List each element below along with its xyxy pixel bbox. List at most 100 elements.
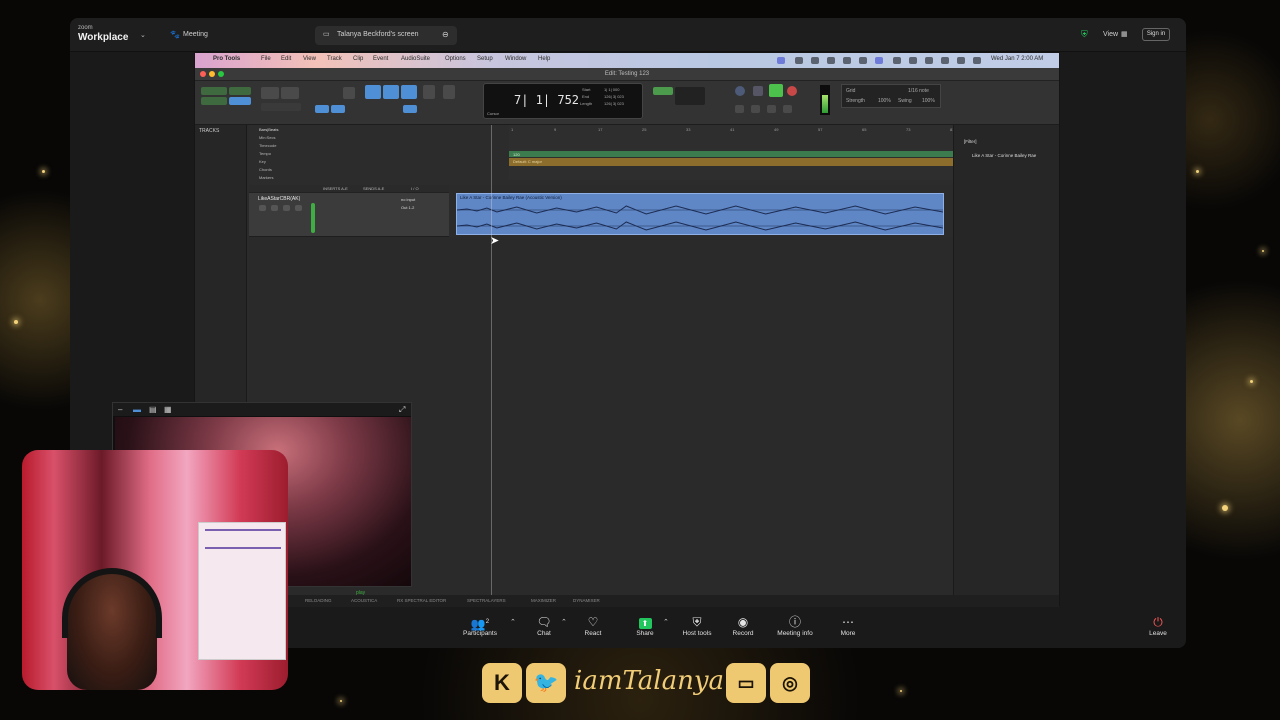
status-menu-icon[interactable] bbox=[925, 57, 933, 64]
status-menu-icon[interactable] bbox=[843, 57, 851, 64]
link-toggle[interactable] bbox=[331, 105, 345, 113]
status-menu-icon[interactable] bbox=[777, 57, 785, 64]
mute-button[interactable] bbox=[295, 205, 302, 211]
menu-edit[interactable]: Edit bbox=[281, 56, 291, 62]
edit-mode-shuffle[interactable] bbox=[201, 87, 227, 95]
sign-in-button[interactable]: Sign in bbox=[1142, 28, 1170, 41]
grid-mode-button[interactable] bbox=[653, 87, 673, 95]
selection-start[interactable]: 1| 1| 000 bbox=[604, 87, 619, 92]
menu-window[interactable]: Window bbox=[505, 56, 526, 62]
zoom-in-tool-icon[interactable] bbox=[261, 87, 279, 99]
strength-value[interactable]: 100% bbox=[878, 98, 891, 104]
menu-view[interactable]: View bbox=[303, 56, 316, 62]
react-button[interactable]: ♡ React bbox=[568, 615, 618, 637]
menu-file[interactable]: File bbox=[261, 56, 271, 62]
menu-pro-tools[interactable]: Pro Tools bbox=[213, 56, 240, 62]
speaker-view-icon[interactable]: ▬ bbox=[133, 405, 141, 414]
grid-view-icon[interactable]: ▦ bbox=[164, 405, 172, 414]
clip-list-item[interactable]: Like A Star - Corinne Bailey Rae bbox=[972, 153, 1036, 158]
track-input-button[interactable] bbox=[271, 205, 278, 211]
expand-icon[interactable]: ⤢ bbox=[399, 405, 405, 415]
grabber-tool-icon[interactable] bbox=[401, 85, 417, 99]
meeting-info-button[interactable]: ⓘ Meeting info bbox=[770, 615, 820, 637]
status-menu-icon[interactable] bbox=[859, 57, 867, 64]
scrubber-tool-icon[interactable] bbox=[423, 85, 435, 99]
plugin-item[interactable]: DYNAMIXER bbox=[573, 598, 600, 603]
chevron-down-icon[interactable]: ⌄ bbox=[140, 31, 146, 39]
search-icon[interactable] bbox=[957, 57, 965, 64]
menu-track[interactable]: Track bbox=[327, 56, 342, 62]
pencil-tool-icon[interactable] bbox=[443, 85, 455, 99]
zoom-out-tool-icon[interactable] bbox=[281, 87, 299, 99]
loop-record-button[interactable] bbox=[735, 86, 745, 96]
control-center-icon[interactable] bbox=[973, 57, 981, 64]
edit-mode-slip[interactable] bbox=[201, 97, 227, 105]
audio-track-header[interactable]: LikeAStarCBR(AK) no input Out 1-2 bbox=[249, 193, 449, 237]
back-button[interactable] bbox=[751, 105, 760, 113]
menu-setup[interactable]: Setup bbox=[477, 56, 493, 62]
view-button[interactable]: View bbox=[1103, 31, 1118, 38]
plugin-item[interactable]: SPECTRALAYERS bbox=[467, 598, 506, 603]
selection-end[interactable]: 126| 3| 023 bbox=[604, 94, 624, 99]
plugin-item[interactable]: RELOADING bbox=[305, 598, 332, 603]
track-name[interactable]: LikeAStarCBR(AK) bbox=[258, 196, 300, 202]
record-button[interactable] bbox=[787, 86, 797, 96]
link-toggle[interactable] bbox=[315, 105, 329, 113]
plugin-item[interactable]: ACOUSTICA bbox=[351, 598, 377, 603]
minimize-icon[interactable]: – bbox=[118, 405, 122, 414]
rewind-button[interactable] bbox=[735, 105, 744, 113]
record-enable-button[interactable] bbox=[259, 205, 266, 211]
plugin-item[interactable]: MAXIMIZER bbox=[531, 598, 556, 603]
plugin-dock: RELOADING ACOUSTICA RX SPECTRAL EDITOR S… bbox=[195, 595, 1059, 607]
wifi-icon[interactable] bbox=[941, 57, 949, 64]
tab-to-transient-toggle[interactable] bbox=[403, 105, 417, 113]
edit-mode-spot[interactable] bbox=[229, 87, 251, 95]
grid-value[interactable]: 1/16 note bbox=[908, 88, 929, 94]
timeline-rulers[interactable]: 1 9 17 25 33 41 49 57 65 73 81 120 Defau… bbox=[509, 125, 1003, 180]
status-menu-icon[interactable] bbox=[875, 57, 883, 64]
end-button[interactable] bbox=[783, 105, 792, 113]
audio-clip[interactable]: Like A Star - Corinne Bailey Rae (Acoust… bbox=[456, 193, 944, 235]
fast-forward-button[interactable] bbox=[767, 105, 776, 113]
stop-button[interactable] bbox=[753, 86, 763, 96]
status-menu-icon[interactable] bbox=[893, 57, 901, 64]
plugin-item[interactable]: RX SPECTRAL EDITOR bbox=[397, 598, 446, 603]
menu-clip[interactable]: Clip bbox=[353, 56, 363, 62]
participants-button[interactable]: 👥2 Participants bbox=[455, 615, 505, 637]
share-options-icon[interactable]: ⊖ bbox=[442, 30, 449, 39]
status-menu-icon[interactable] bbox=[811, 57, 819, 64]
menu-event[interactable]: Event bbox=[373, 56, 388, 62]
record-meeting-button[interactable]: ◉ Record bbox=[718, 615, 768, 637]
io-output-selector[interactable]: Out 1-2 bbox=[401, 205, 414, 210]
edit-mode-grid[interactable] bbox=[229, 97, 251, 105]
gallery-view-icon[interactable]: ▤ bbox=[149, 405, 157, 414]
status-menu-icon[interactable] bbox=[827, 57, 835, 64]
clips-filter[interactable]: [Filter] bbox=[964, 139, 977, 144]
play-button[interactable] bbox=[769, 84, 783, 97]
status-menu-icon[interactable] bbox=[909, 57, 917, 64]
selection-length[interactable]: 126| 3| 023 bbox=[604, 101, 624, 106]
zoom-presets[interactable] bbox=[261, 103, 301, 111]
swing-value[interactable]: 100% bbox=[922, 98, 935, 104]
meeting-tab[interactable]: Meeting bbox=[183, 31, 208, 38]
screen-share-pill[interactable]: ▭ Talanya Beckford's screen bbox=[315, 26, 457, 45]
leave-button[interactable]: ⏻ Leave bbox=[1133, 615, 1183, 637]
tempo-ruler-lane[interactable]: 120 bbox=[509, 151, 1003, 157]
io-input-selector[interactable]: no input bbox=[401, 197, 415, 202]
magnifier-tool-icon[interactable] bbox=[343, 87, 355, 99]
chevron-up-icon[interactable]: ⌃ bbox=[510, 618, 516, 626]
chevron-up-icon[interactable]: ⌃ bbox=[561, 618, 567, 626]
selector-tool-icon[interactable] bbox=[383, 85, 399, 99]
menu-help[interactable]: Help bbox=[538, 56, 550, 62]
more-button[interactable]: ⋯ More bbox=[823, 615, 873, 637]
main-counter[interactable]: 7| 1| 752 Start End Length 1| 1| 000 126… bbox=[483, 83, 643, 119]
trim-tool-icon[interactable] bbox=[365, 85, 381, 99]
host-tools-button[interactable]: ⛨ Host tools bbox=[672, 615, 722, 637]
status-menu-icon[interactable] bbox=[795, 57, 803, 64]
menu-options[interactable]: Options bbox=[445, 56, 466, 62]
solo-button[interactable] bbox=[283, 205, 290, 211]
menu-audiosuite[interactable]: AudioSuite bbox=[401, 56, 430, 62]
chevron-up-icon[interactable]: ⌃ bbox=[663, 618, 669, 626]
key-ruler-lane[interactable]: Default: C major bbox=[509, 158, 1003, 166]
nudge-value[interactable] bbox=[675, 87, 705, 105]
